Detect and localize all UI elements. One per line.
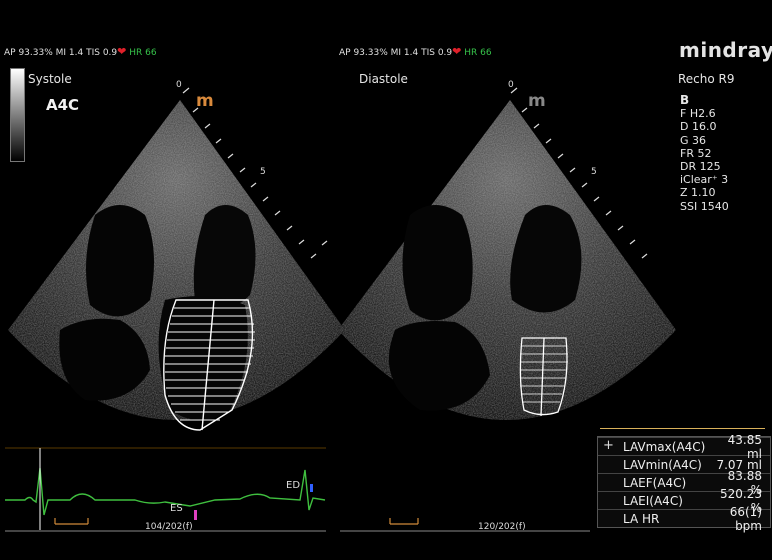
add-measure-icon[interactable]: + [603,438,614,453]
measurement-box-topline [600,428,765,429]
es-marker [194,510,197,520]
measurement-row: LA HR 66(1) bpm [598,505,770,533]
ed-marker [310,484,313,492]
measurement-row: LAVmax(A4C) 43.85 ml [598,433,770,461]
right-cine-bracket [389,518,419,525]
ed-label: ED [286,480,301,491]
left-ecg-trace [5,467,326,516]
measurement-value: 66(1) bpm [729,504,762,533]
probe-orientation-m-icon: m [528,91,546,111]
measurement-label: LA HR [623,511,660,526]
right-frame-counter: 120/202(f) [478,522,526,532]
measurement-label: LAVmin(A4C) [623,457,702,472]
right-depth-mid: 5 [591,167,597,177]
right-depth-top: 0 [508,80,514,90]
es-label: ES [170,503,183,514]
left-echo-image [8,100,345,420]
left-depth-mid: 5 [260,167,266,177]
measurement-label: LAEI(A4C) [623,493,683,508]
left-depth-top: 0 [176,80,182,90]
measurement-value: 43.85 ml [727,432,762,461]
measurement-panel: + LAVmax(A4C) 43.85 ml LAVmin(A4C) 7.07 … [597,433,771,533]
left-frame-counter: 104/202(f) [145,522,193,532]
measurement-label: LAEF(A4C) [623,475,687,490]
measurement-label: LAVmax(A4C) [623,439,706,454]
right-echo-image [338,100,676,420]
probe-orientation-m-icon: m [196,91,214,111]
left-cine-bracket [54,518,89,525]
